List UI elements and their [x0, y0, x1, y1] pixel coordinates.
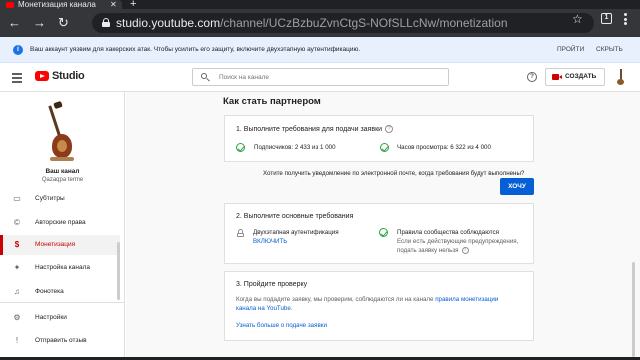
help-icon[interactable]: ?: [527, 72, 537, 82]
youtube-logo-icon[interactable]: [35, 71, 49, 81]
check-circle-icon: [379, 228, 388, 237]
sidebar-item-label: Настройка канала: [35, 264, 91, 271]
sidebar: Ваш канал Qazaqpa terme ▭ Субтитры © Авт…: [0, 92, 125, 360]
browser-tab-strip: Монетизация канала ✕ +: [0, 0, 640, 10]
help-circle-icon[interactable]: ?: [385, 125, 394, 134]
close-tab-icon[interactable]: ✕: [110, 0, 117, 9]
check-circle-icon: [380, 143, 389, 152]
search-box[interactable]: [192, 68, 449, 86]
reload-icon[interactable]: ↻: [58, 15, 69, 31]
step3-card: 3. Пройдите проверку Когда вы подадите з…: [224, 271, 534, 341]
sidebar-item-monetization[interactable]: $ Монетизация: [0, 235, 120, 255]
sidebar-divider: [0, 302, 124, 303]
dollar-icon: $: [14, 240, 20, 249]
sidebar-item-copyright[interactable]: © Авторские права: [0, 213, 120, 233]
forward-arrow-icon[interactable]: →: [33, 15, 46, 31]
sidebar-item-feedback[interactable]: ! Отправить отзыв: [0, 331, 120, 351]
url-text[interactable]: studio.youtube.com/channel/UCzBzbuZvnCtg…: [116, 15, 508, 31]
create-button[interactable]: СОЗДАТЬ: [545, 68, 605, 86]
notify-want-button[interactable]: ХОЧУ: [500, 178, 534, 195]
sidebar-item-settings[interactable]: ⚙ Настройки: [0, 308, 120, 328]
notify-prompt: Хотите получить уведомление по электронн…: [263, 170, 525, 177]
sidebar-item-label: Настройки: [35, 314, 67, 321]
sidebar-item-label: Субтитры: [35, 195, 65, 202]
twofa-requirement: Двухэтапная аутентификация: [253, 229, 339, 236]
step3-title: 3. Пройдите проверку: [236, 281, 308, 288]
community-guidelines-note: Если есть действующие предупреждения,: [397, 238, 519, 245]
sidebar-item-audio-library[interactable]: ♫ Фонотека: [0, 282, 120, 302]
create-button-label: СОЗДАТЬ: [565, 73, 597, 80]
youtube-favicon-icon: [6, 2, 14, 8]
monetization-policy-link[interactable]: правила монетизации: [435, 296, 498, 303]
step2-card: 2. Выполните основные требования Двухэта…: [224, 203, 534, 264]
lock-icon[interactable]: [102, 18, 110, 27]
subtitles-icon: ▭: [13, 194, 21, 203]
video-camera-icon: [552, 74, 562, 80]
community-guidelines-requirement: Правила сообщества соблюдаются: [397, 229, 499, 236]
channel-handle: Qazaqpa terme: [41, 177, 84, 183]
magic-wand-icon: ✦: [13, 263, 21, 272]
browser-toolbar: ← → ↻ studio.youtube.com/channel/UCzBzbu…: [0, 9, 640, 37]
community-guidelines-note-2: подать заявку нельзя i: [397, 246, 469, 255]
security-banner: i Ваш аккаунт уязвим для хакерских атак.…: [0, 37, 640, 63]
check-circle-icon: [236, 143, 245, 152]
account-avatar[interactable]: [616, 69, 625, 86]
banner-hide-button[interactable]: СКРЫТЬ: [596, 45, 623, 55]
banner-try-button[interactable]: ПРОЙТИ: [557, 45, 584, 55]
sidebar-scrollbar[interactable]: [117, 242, 120, 300]
step1-card: 1. Выполните требования для подачи заявк…: [224, 115, 534, 162]
page-title: Как стать партнером: [223, 96, 321, 107]
watch-hours-requirement: Часов просмотра: 6 322 из 4 000: [397, 144, 491, 151]
channel-avatar[interactable]: [38, 100, 86, 162]
back-arrow-icon[interactable]: ←: [8, 15, 21, 31]
monetization-policy-link-2[interactable]: канала на YouTube: [236, 305, 291, 312]
gear-icon: ⚙: [13, 313, 21, 322]
channel-name: Ваш канал: [45, 168, 80, 175]
step2-title: 2. Выполните основные требования: [236, 213, 354, 220]
lock-icon: [237, 229, 244, 237]
sidebar-item-label: Отправить отзыв: [35, 337, 87, 344]
copyright-icon: ©: [14, 218, 20, 227]
studio-header: Studio ? СОЗДАТЬ: [0, 63, 640, 92]
search-icon[interactable]: [201, 73, 210, 81]
tab-count-icon[interactable]: 1: [601, 13, 612, 24]
sidebar-item-label: Фонотека: [35, 288, 64, 295]
sidebar-item-label: Авторские права: [35, 219, 86, 226]
sidebar-item-label: Монетизация: [35, 241, 76, 248]
browser-tab[interactable]: Монетизация канала ✕: [0, 0, 122, 9]
feedback-icon: !: [15, 336, 19, 345]
learn-more-link[interactable]: Узнать больше о подаче заявки: [236, 321, 327, 330]
sidebar-item-customization[interactable]: ✦ Настройка канала: [0, 258, 120, 278]
hamburger-menu-icon[interactable]: [12, 73, 22, 85]
audio-library-icon: ♫: [14, 287, 20, 296]
info-circle-icon[interactable]: i: [461, 246, 469, 254]
browser-tab-title: Монетизация канала: [18, 0, 96, 9]
review-text-2: канала на YouTube.: [236, 305, 293, 312]
subscribers-requirement: Подписчиков: 2 433 из 1 000: [254, 144, 336, 151]
address-bar[interactable]: studio.youtube.com/channel/UCzBzbuZvnCtg…: [92, 13, 594, 33]
enable-twofa-link[interactable]: ВКЛЮЧИТЬ: [253, 237, 287, 246]
review-text: Когда вы подадите заявку, мы проверим, с…: [236, 296, 499, 303]
search-input[interactable]: [219, 71, 429, 83]
banner-message: Ваш аккаунт уязвим для хакерских атак. Ч…: [30, 46, 361, 53]
sidebar-item-subtitles[interactable]: ▭ Субтитры: [0, 189, 120, 209]
browser-menu-icon[interactable]: [624, 13, 627, 27]
main-scrollbar[interactable]: [632, 262, 635, 357]
info-icon: i: [13, 45, 23, 55]
step1-title: 1. Выполните требования для подачи заявк…: [236, 125, 394, 135]
studio-logo-text[interactable]: Studio: [52, 69, 85, 83]
bookmark-star-icon[interactable]: ☆: [572, 13, 583, 25]
